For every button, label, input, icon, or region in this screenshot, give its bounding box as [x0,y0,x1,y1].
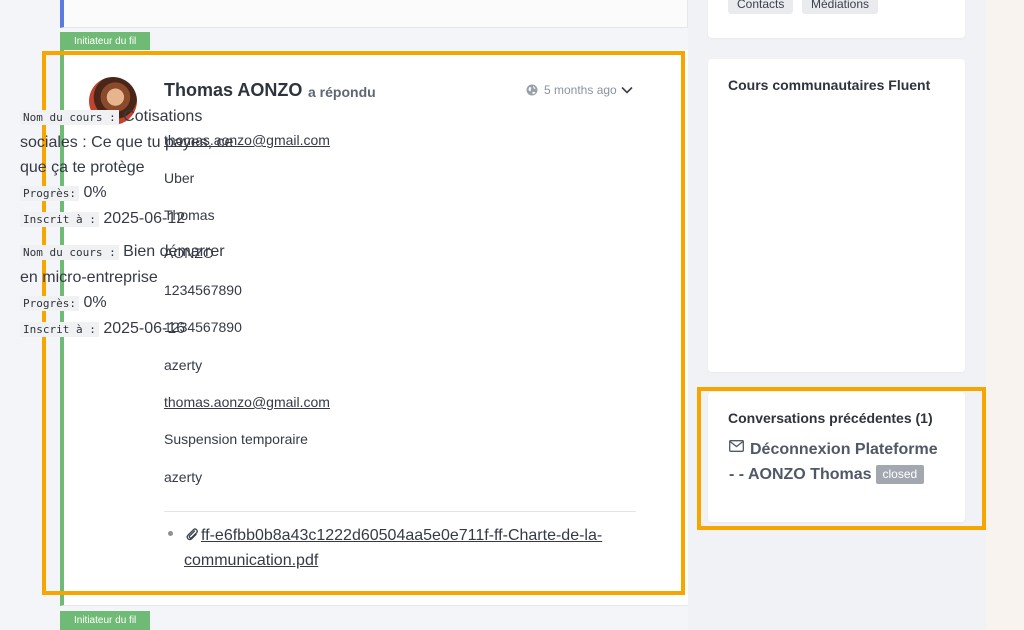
initiator-tag: Initiateur du fil [60,32,151,51]
course-progress-row: Progrès: 0% [20,290,245,316]
message-timestamp: 5 months ago [526,83,617,97]
mediations-pill[interactable]: Médiations [802,0,879,14]
page-edge [986,0,1024,630]
course-enrolled-row: Inscrit à : 2025-06-12 [20,206,245,232]
chevron-down-icon[interactable] [620,83,634,97]
message-field: Suspension temporaire [164,431,308,447]
course-enrolled-label: Inscrit à : [20,322,99,337]
course-entry: Nom du cours : Bien démarrer en micro-en… [20,239,245,342]
message-field: azerty [164,469,203,485]
attachment-bullet [168,531,173,536]
course-progress: 0% [83,184,107,201]
message-field: azerty [164,357,203,373]
course-progress-label: Progrès: [20,186,79,201]
initiator-tag: Initiateur du fil [60,611,151,630]
previous-conversation-link[interactable]: Déconnexion Plateforme - - AONZO Thomas c… [729,437,944,487]
course-entry: Nom du cours : Cotisations sociales : Ce… [20,104,245,232]
paperclip-icon [186,528,198,541]
attachments-divider [164,511,636,512]
message-field[interactable]: thomas.aonzo@gmail.com [164,394,330,410]
previous-message-card [60,0,688,28]
previous-conversations-title: Conversations précédentes (1) [728,410,933,426]
course-name-row: Nom du cours : Cotisations sociales : Ce… [20,104,245,180]
reply-action-label: a répondu [308,84,376,100]
course-enrolled: 2025-06-16 [103,320,186,337]
mail-icon [729,440,744,452]
course-progress-row: Progrès: 0% [20,180,245,206]
course-progress-label: Progrès: [20,296,79,311]
course-enrolled-label: Inscrit à : [20,212,99,227]
author-name[interactable]: Thomas AONZO [164,80,302,101]
courses-card-title: Cours communautaires Fluent [728,77,931,93]
status-badge: closed [875,465,925,484]
course-name-row: Nom du cours : Bien démarrer en micro-en… [20,239,245,290]
course-name-label: Nom du cours : [20,245,119,260]
course-progress: 0% [83,294,107,311]
courses-card: Cours communautaires Fluent [708,59,965,372]
contacts-pill[interactable]: Contacts [728,0,794,14]
globe-icon [526,84,538,96]
course-enrolled-row: Inscrit à : 2025-06-16 [20,316,245,342]
course-enrolled: 2025-06-12 [103,210,186,227]
course-name-label: Nom du cours : [20,110,119,125]
timestamp-text: 5 months ago [544,83,617,97]
attachment-link[interactable]: ff-e6fbb0b8a43c1222d60504aa5e0e711f-ff-C… [184,523,634,573]
